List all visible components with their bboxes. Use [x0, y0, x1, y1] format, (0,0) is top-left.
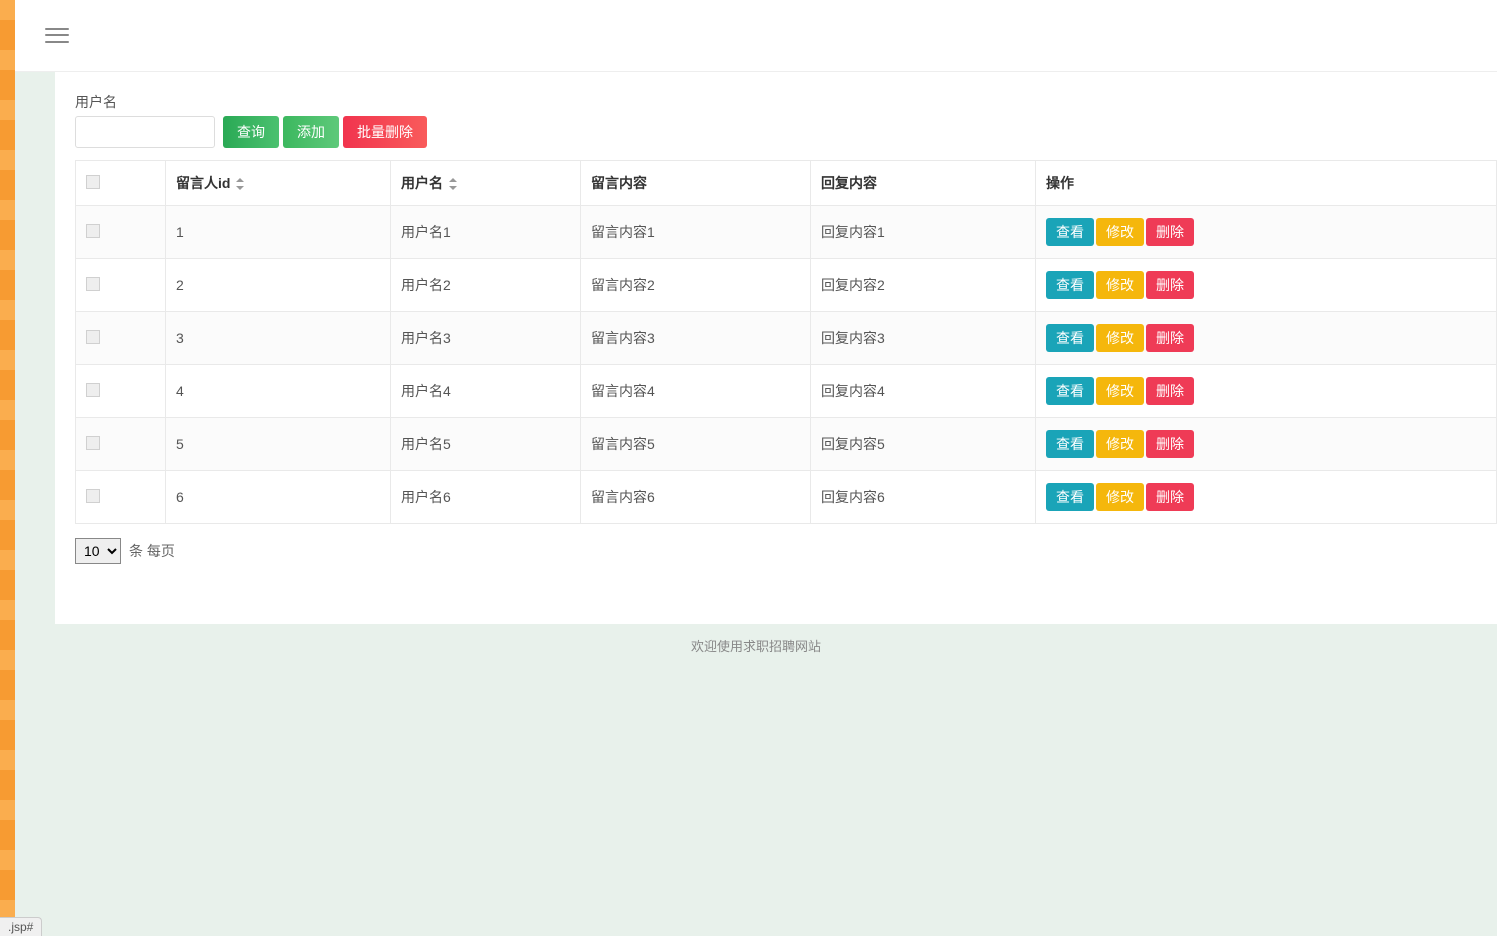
- sort-icon: [449, 178, 459, 190]
- table-row: 2用户名2留言内容2回复内容2查看修改删除: [76, 259, 1497, 312]
- view-button[interactable]: 查看: [1046, 483, 1094, 511]
- row-checkbox[interactable]: [86, 277, 100, 291]
- page-size-suffix: 条 每页: [129, 541, 175, 561]
- cell-message: 留言内容5: [581, 418, 811, 471]
- sidebar-collapsed: [0, 0, 15, 936]
- cell-message: 留言内容3: [581, 312, 811, 365]
- cell-actions: 查看修改删除: [1036, 259, 1497, 312]
- header-id[interactable]: 留言人id: [166, 161, 391, 206]
- cell-id: 3: [166, 312, 391, 365]
- table-row: 1用户名1留言内容1回复内容1查看修改删除: [76, 206, 1497, 259]
- header-checkbox[interactable]: [76, 161, 166, 206]
- table-row: 4用户名4留言内容4回复内容4查看修改删除: [76, 365, 1497, 418]
- topbar: [15, 0, 1497, 72]
- table-row: 3用户名3留言内容3回复内容3查看修改删除: [76, 312, 1497, 365]
- cell-id: 2: [166, 259, 391, 312]
- footer-text: 欢迎使用求职招聘网站: [15, 624, 1497, 667]
- cell-username: 用户名3: [391, 312, 581, 365]
- cell-actions: 查看修改删除: [1036, 471, 1497, 524]
- cell-reply: 回复内容4: [811, 365, 1036, 418]
- cell-username: 用户名4: [391, 365, 581, 418]
- view-button[interactable]: 查看: [1046, 218, 1094, 246]
- edit-button[interactable]: 修改: [1096, 324, 1144, 352]
- cell-username: 用户名2: [391, 259, 581, 312]
- cell-actions: 查看修改删除: [1036, 206, 1497, 259]
- cell-id: 5: [166, 418, 391, 471]
- edit-button[interactable]: 修改: [1096, 218, 1144, 246]
- header-reply: 回复内容: [811, 161, 1036, 206]
- query-button[interactable]: 查询: [223, 116, 279, 148]
- header-action: 操作: [1036, 161, 1497, 206]
- cell-username: 用户名1: [391, 206, 581, 259]
- browser-status: .jsp#: [0, 917, 42, 936]
- edit-button[interactable]: 修改: [1096, 271, 1144, 299]
- delete-button[interactable]: 删除: [1146, 324, 1194, 352]
- table-row: 6用户名6留言内容6回复内容6查看修改删除: [76, 471, 1497, 524]
- sort-icon: [236, 178, 246, 190]
- delete-button[interactable]: 删除: [1146, 483, 1194, 511]
- cell-reply: 回复内容1: [811, 206, 1036, 259]
- cell-reply: 回复内容2: [811, 259, 1036, 312]
- cell-message: 留言内容2: [581, 259, 811, 312]
- cell-reply: 回复内容6: [811, 471, 1036, 524]
- cell-reply: 回复内容3: [811, 312, 1036, 365]
- batch-delete-button[interactable]: 批量删除: [343, 116, 427, 148]
- header-username-label: 用户名: [401, 175, 443, 191]
- view-button[interactable]: 查看: [1046, 271, 1094, 299]
- menu-toggle-icon[interactable]: [45, 26, 69, 46]
- delete-button[interactable]: 删除: [1146, 271, 1194, 299]
- row-checkbox[interactable]: [86, 330, 100, 344]
- cell-actions: 查看修改删除: [1036, 312, 1497, 365]
- delete-button[interactable]: 删除: [1146, 377, 1194, 405]
- row-checkbox[interactable]: [86, 489, 100, 503]
- edit-button[interactable]: 修改: [1096, 430, 1144, 458]
- pager: 10 条 每页: [75, 538, 1497, 564]
- cell-id: 1: [166, 206, 391, 259]
- row-checkbox[interactable]: [86, 383, 100, 397]
- row-checkbox[interactable]: [86, 224, 100, 238]
- header-username[interactable]: 用户名: [391, 161, 581, 206]
- view-button[interactable]: 查看: [1046, 324, 1094, 352]
- page-size-select[interactable]: 10: [75, 538, 121, 564]
- delete-button[interactable]: 删除: [1146, 218, 1194, 246]
- cell-message: 留言内容4: [581, 365, 811, 418]
- add-button[interactable]: 添加: [283, 116, 339, 148]
- cell-id: 4: [166, 365, 391, 418]
- cell-message: 留言内容6: [581, 471, 811, 524]
- header-message: 留言内容: [581, 161, 811, 206]
- header-id-label: 留言人id: [176, 175, 230, 191]
- cell-actions: 查看修改删除: [1036, 365, 1497, 418]
- delete-button[interactable]: 删除: [1146, 430, 1194, 458]
- cell-id: 6: [166, 471, 391, 524]
- cell-message: 留言内容1: [581, 206, 811, 259]
- cell-actions: 查看修改删除: [1036, 418, 1497, 471]
- username-filter-label: 用户名: [75, 92, 215, 112]
- username-filter-input[interactable]: [75, 116, 215, 148]
- edit-button[interactable]: 修改: [1096, 377, 1144, 405]
- cell-username: 用户名6: [391, 471, 581, 524]
- filter-bar: 用户名 查询 添加 批量删除: [75, 92, 1497, 148]
- content-panel: 用户名 查询 添加 批量删除 留言人id: [55, 72, 1497, 624]
- messages-table: 留言人id 用户名 留言内容 回复内容 操作 1用户名1留: [75, 160, 1497, 524]
- cell-reply: 回复内容5: [811, 418, 1036, 471]
- edit-button[interactable]: 修改: [1096, 483, 1144, 511]
- cell-username: 用户名5: [391, 418, 581, 471]
- view-button[interactable]: 查看: [1046, 377, 1094, 405]
- table-row: 5用户名5留言内容5回复内容5查看修改删除: [76, 418, 1497, 471]
- row-checkbox[interactable]: [86, 436, 100, 450]
- view-button[interactable]: 查看: [1046, 430, 1094, 458]
